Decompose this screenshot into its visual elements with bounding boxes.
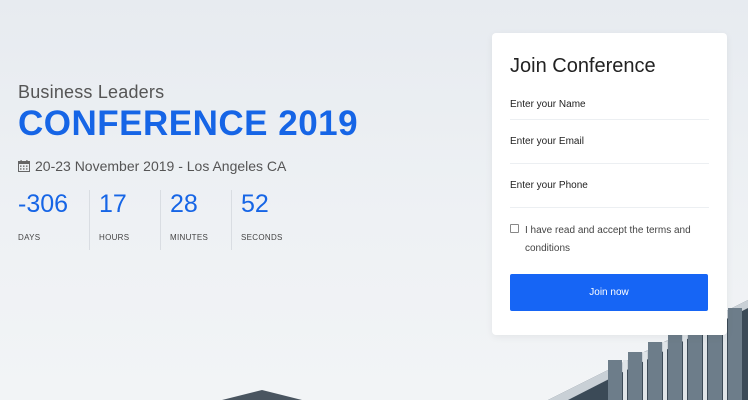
join-conference-form: Join Conference I have read and accept t… xyxy=(492,33,727,335)
countdown-timer: -306 DAYS 17 HOURS 28 MINUTES 52 SECONDS xyxy=(18,189,418,250)
event-date-location: 20-23 November 2019 - Los Angeles CA xyxy=(18,158,418,174)
countdown-seconds-value: 52 xyxy=(241,189,269,218)
countdown-days-value: -306 xyxy=(18,189,69,218)
hero-subtitle: Business Leaders xyxy=(18,82,165,102)
email-input[interactable] xyxy=(510,120,709,164)
countdown-minutes-value: 28 xyxy=(170,189,198,218)
phone-input[interactable] xyxy=(510,164,709,208)
background-roof-image xyxy=(222,390,302,400)
event-date-text: 20-23 November 2019 - Los Angeles CA xyxy=(35,157,287,174)
countdown-minutes: 28 MINUTES xyxy=(161,189,232,250)
countdown-hours-label: HOURS xyxy=(99,232,130,242)
countdown-seconds-label: SECONDS xyxy=(241,232,283,242)
join-now-button[interactable]: Join now xyxy=(510,274,708,311)
countdown-hours-value: 17 xyxy=(99,189,127,218)
terms-label: I have read and accept the terms and con… xyxy=(525,225,691,254)
terms-checkbox[interactable] xyxy=(510,224,519,233)
calendar-icon xyxy=(18,159,30,172)
countdown-days-label: DAYS xyxy=(18,232,41,242)
terms-row[interactable]: I have read and accept the terms and con… xyxy=(510,222,709,258)
form-title: Join Conference xyxy=(510,55,656,77)
name-input[interactable] xyxy=(510,90,709,120)
hero-section: Business Leaders CONFERENCE 2019 20-23 N… xyxy=(18,82,418,250)
countdown-seconds: 52 SECONDS xyxy=(232,190,304,250)
countdown-minutes-label: MINUTES xyxy=(170,232,209,242)
countdown-days: -306 DAYS xyxy=(18,189,90,250)
countdown-hours: 17 HOURS xyxy=(90,189,161,250)
hero-title: CONFERENCE 2019 xyxy=(18,104,359,143)
